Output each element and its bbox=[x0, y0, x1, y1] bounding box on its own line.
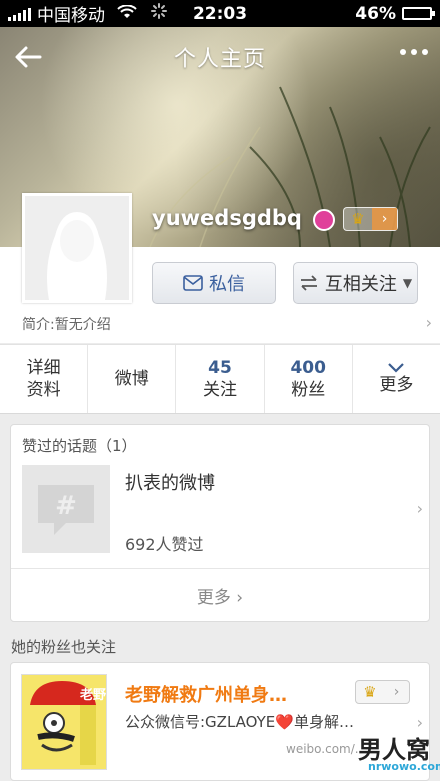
chevron-right-icon: › bbox=[393, 684, 400, 700]
topic-thumbnail[interactable]: # bbox=[22, 465, 110, 553]
site-url-watermark: nrwowo.com bbox=[368, 760, 440, 773]
fans-also-follow-title: 她的粉丝也关注 bbox=[11, 638, 117, 656]
stat-bottom: 关注 bbox=[203, 380, 237, 400]
default-avatar-icon bbox=[47, 212, 107, 300]
divider bbox=[11, 568, 429, 569]
avatar-text: 老野 bbox=[79, 687, 106, 703]
dropdown-caret-icon: ▼ bbox=[402, 276, 413, 290]
battery-percent: 46% bbox=[355, 3, 396, 24]
username: yuwedsgdbq bbox=[152, 206, 302, 230]
fans-count: 400 bbox=[290, 358, 326, 378]
crown-icon: ♛ bbox=[363, 683, 377, 701]
crown-icon: ♛ bbox=[351, 210, 365, 228]
message-button[interactable]: 私信 bbox=[152, 262, 276, 304]
page-title: 个人主页 bbox=[173, 47, 266, 72]
more-dots-icon bbox=[400, 49, 406, 55]
nav-bar: 个人主页 bbox=[0, 27, 440, 87]
chevron-right-icon: › bbox=[416, 499, 423, 518]
liked-topics-card: 赞过的话题（1） # 扒表的微博 692人赞过 › 更多 › bbox=[10, 424, 430, 622]
mutual-follow-button[interactable]: 互相关注 ▼ bbox=[293, 262, 418, 304]
back-button[interactable] bbox=[10, 39, 46, 75]
chevron-right-icon: › bbox=[236, 588, 244, 608]
more-options-button[interactable] bbox=[400, 49, 428, 55]
tab-following[interactable]: 45 关注 bbox=[176, 345, 265, 413]
more-topics-label: 更多 bbox=[196, 588, 231, 608]
back-arrow-icon bbox=[15, 46, 42, 68]
stat-top: 详细 bbox=[26, 358, 61, 378]
hashtag-bubble-icon: # bbox=[38, 485, 94, 535]
intro-text[interactable]: 简介:暂无介绍 bbox=[22, 314, 111, 334]
chevron-down-icon bbox=[388, 363, 405, 373]
loading-spinner-icon bbox=[151, 3, 167, 24]
battery-icon bbox=[402, 7, 435, 20]
carrier-label: 中国移动 bbox=[37, 6, 105, 26]
stat-bottom: 微博 bbox=[114, 369, 149, 389]
tab-more[interactable]: 更多 bbox=[353, 345, 440, 413]
member-badge-icon[interactable] bbox=[313, 209, 335, 231]
envelope-icon bbox=[183, 275, 203, 291]
liked-topics-title: 赞过的话题（1） bbox=[22, 437, 137, 455]
mutual-arrows-icon bbox=[300, 275, 317, 291]
tab-weibo[interactable]: 微博 bbox=[88, 345, 177, 413]
message-button-label: 私信 bbox=[209, 274, 245, 295]
svg-text:#: # bbox=[55, 491, 77, 521]
recommended-user-avatar[interactable]: 老野 bbox=[21, 674, 107, 770]
stat-bottom: 粉丝 bbox=[291, 380, 326, 400]
wifi-icon bbox=[117, 3, 137, 24]
topic-likes: 692人赞过 bbox=[125, 535, 204, 554]
stats-bar: 详细 资料 微博 45 关注 400 粉丝 更多 bbox=[0, 344, 440, 414]
topic-name[interactable]: 扒表的微博 bbox=[125, 469, 215, 495]
more-topics-link[interactable]: 更多 › bbox=[11, 583, 429, 608]
tab-fans[interactable]: 400 粉丝 bbox=[265, 345, 353, 413]
vip-crown-badge[interactable]: ♛ › bbox=[343, 207, 398, 231]
recommended-user-description: 公众微信号:GZLAOYE❤️单身解… bbox=[125, 713, 354, 731]
stat-bottom: 资料 bbox=[26, 380, 61, 400]
recommended-user-name[interactable]: 老野解救广州单身… bbox=[125, 681, 287, 707]
stat-bottom: 更多 bbox=[379, 375, 414, 395]
chevron-right-icon: › bbox=[425, 313, 432, 332]
tab-profile-details[interactable]: 详细 资料 bbox=[0, 345, 89, 413]
following-count: 45 bbox=[208, 358, 232, 378]
cartoon-avatar-image: 老野 bbox=[22, 675, 106, 769]
follow-button-label: 互相关注 bbox=[324, 274, 397, 295]
weibo-watermark: weibo.com/... bbox=[286, 742, 367, 756]
vip-crown-badge[interactable]: ♛ › bbox=[355, 680, 410, 704]
status-bar: 中国移动 22:03 46% bbox=[0, 0, 440, 27]
avatar[interactable] bbox=[22, 193, 132, 303]
chevron-right-icon: › bbox=[372, 208, 397, 230]
signal-icon bbox=[8, 7, 31, 21]
